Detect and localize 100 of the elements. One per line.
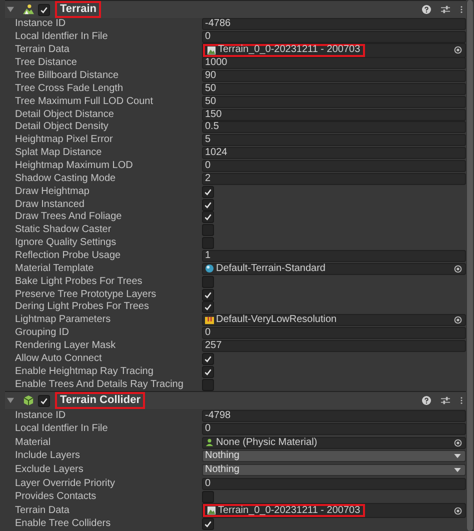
checkbox[interactable] [202,366,214,378]
more-icon[interactable] [460,396,463,406]
dropdown[interactable]: Nothing [202,450,466,462]
field-label: Material [14,436,52,449]
object-picker-icon[interactable] [454,506,462,515]
field-label: Preserve Tree Prototype Layers [14,288,158,301]
help-icon[interactable] [422,396,431,406]
field-label: Detail Object Density [14,121,110,134]
scrollbar[interactable] [467,0,473,531]
dropdown-value: Nothing [205,451,240,462]
field-label: Splat Map Distance [14,147,103,160]
field-label: Draw Instanced [14,198,86,211]
checkbox[interactable] [202,378,214,391]
checkbox[interactable] [202,491,214,504]
person-icon [205,438,214,448]
field-label: Provides Contacts [14,491,98,504]
object-picker-icon[interactable] [454,264,462,273]
input-field[interactable]: 0.5 [202,121,466,134]
input-field[interactable]: 1 [202,250,466,262]
checkbox[interactable] [202,352,214,365]
field-value: None (Physic Material) [216,438,318,448]
field-label: Heightmap Pixel Error [14,134,114,146]
field-value: Terrain_0_0-20231211 - 200703 [218,45,360,56]
field-label: Instance ID [14,18,67,30]
field-value: Default-Terrain-Standard [216,264,326,274]
input-field[interactable]: 0 [202,423,466,436]
field-label: Allow Auto Connect [14,352,103,365]
field-label: Enable Heightmap Ray Tracing [14,366,154,378]
field-label: Tree Billboard Distance [14,70,120,82]
field-label: Layer Override Priority [14,478,116,490]
field-label: Rendering Layer Mask [14,340,117,352]
input-field[interactable]: -4786 [202,18,466,30]
object-field[interactable]: Terrain_0_0-20231211 - 200703 [202,503,466,518]
input-field[interactable]: 90 [202,70,466,82]
input-field[interactable]: 1024 [202,147,466,160]
checkbox[interactable] [202,518,214,530]
input-field[interactable]: 150 [202,108,466,121]
component-title: Terrain Collider [60,393,140,408]
foldout-icon[interactable] [7,397,14,404]
input-field[interactable]: 2 [202,172,466,185]
field-label: Detail Object Distance [14,108,115,121]
input-field[interactable]: 0 [202,327,466,340]
component-header[interactable]: Terrain Collider [5,391,466,410]
object-picker-icon[interactable] [454,46,462,54]
field-label: Draw Heightmap [14,186,90,198]
settings-icon[interactable] [441,396,450,406]
settings-icon[interactable] [441,5,450,14]
checkbox[interactable] [202,211,214,224]
object-field[interactable]: Terrain_0_0-20231211 - 200703 [202,42,466,58]
object-picker-icon[interactable] [454,316,462,324]
field-label: Local Identfier In File [14,423,109,436]
foldout-icon[interactable] [7,6,14,13]
field-label: Terrain Data [14,504,70,517]
terrain-icon [207,506,216,516]
checkbox[interactable] [202,237,214,250]
checkbox[interactable] [38,4,50,16]
checkbox[interactable] [202,198,214,211]
field-label: Enable Tree Colliders [14,518,112,530]
input-field[interactable]: 0 [202,31,466,44]
field-label: Bake Light Probes For Trees [14,276,144,288]
input-field[interactable]: 1000 [202,57,466,70]
input-field[interactable]: 0 [202,478,466,490]
input-field[interactable]: 0 [202,160,466,172]
cube-icon [23,395,34,406]
caret-icon [454,454,461,459]
checkbox[interactable] [202,224,214,236]
field-value: Default-VeryLowResolution [216,315,337,326]
field-value: Terrain_0_0-20231211 - 200703 [218,506,360,516]
field-label: Instance ID [14,410,67,422]
more-icon[interactable] [460,5,463,14]
field-label: Heightmap Maximum LOD [14,160,134,172]
checkbox[interactable] [202,276,214,288]
caret-icon [454,468,461,473]
input-field[interactable]: 50 [202,82,466,95]
checkbox[interactable] [202,301,214,314]
field-label: Exclude Layers [14,464,84,476]
component-header[interactable]: Terrain [5,0,466,18]
dropdown[interactable]: Nothing [202,464,466,476]
field-label: Draw Trees And Foliage [14,211,123,224]
field-label: Static Shadow Caster [14,224,112,236]
checkbox[interactable] [38,394,50,407]
field-label: Material Template [14,262,95,275]
object-field[interactable]: None (Physic Material) [202,436,466,449]
field-label: Enable Trees And Details Ray Tracing [14,378,184,391]
object-field[interactable]: Default-VeryLowResolution [202,314,466,326]
field-label: Tree Distance [14,57,78,70]
object-field[interactable]: Default-Terrain-Standard [202,262,466,275]
field-label: Reflection Probe Usage [14,250,122,262]
checkbox[interactable] [202,186,214,198]
object-picker-icon[interactable] [454,438,462,447]
field-label: Shadow Casting Mode [14,172,117,185]
input-field[interactable]: -4798 [202,410,466,422]
checkbox[interactable] [202,288,214,301]
input-field[interactable]: 257 [202,340,466,352]
field-label: Tree Cross Fade Length [14,82,124,95]
input-field[interactable]: 50 [202,96,466,108]
help-icon[interactable] [422,5,431,14]
field-label: Local Identfier In File [14,31,109,44]
field-label: Dering Light Probes For Trees [14,301,150,314]
input-field[interactable]: 5 [202,134,466,146]
